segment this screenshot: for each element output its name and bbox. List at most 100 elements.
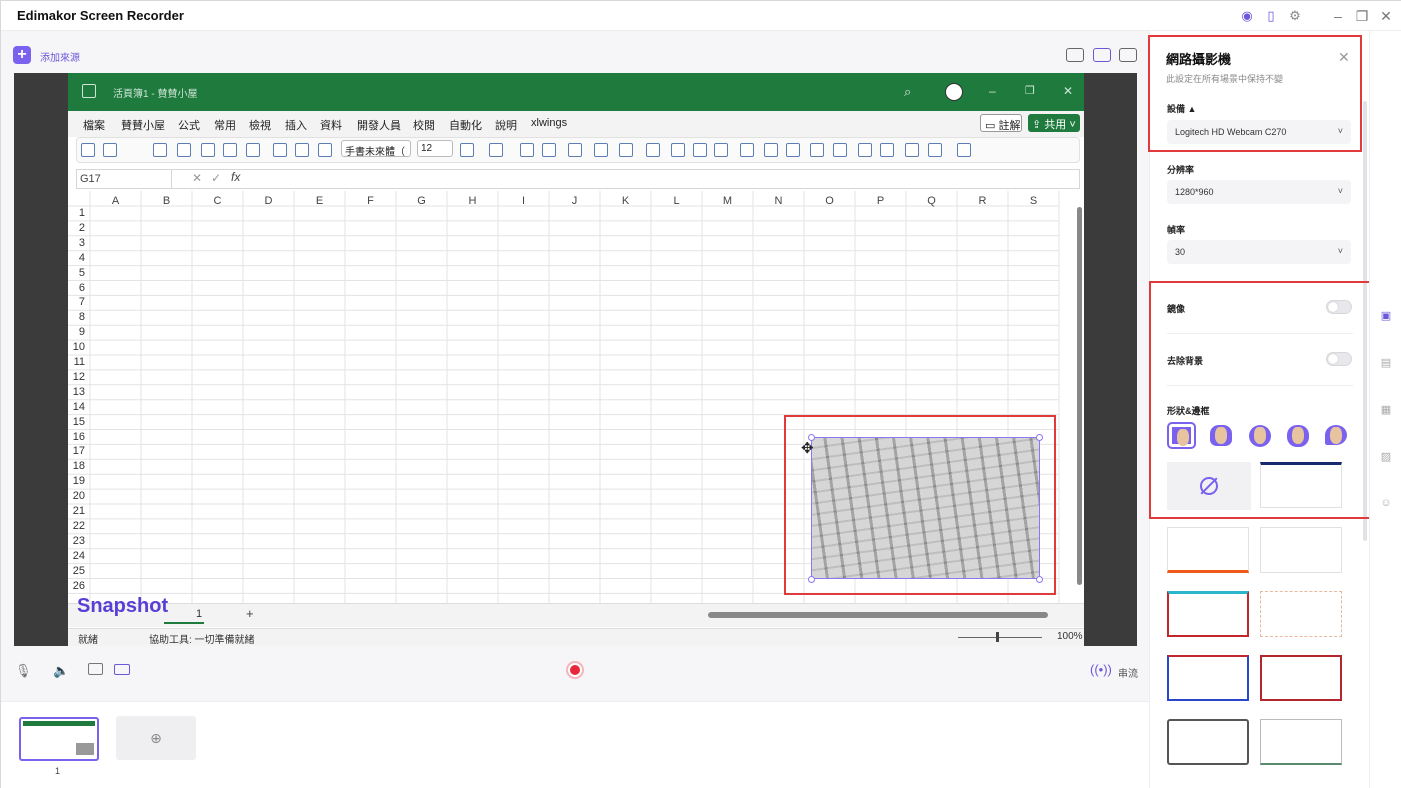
cancel-formula-icon[interactable]: ✕	[192, 171, 202, 185]
row-header[interactable]: 20	[68, 490, 85, 502]
shape-badge[interactable]	[1207, 422, 1236, 449]
stream-icon[interactable]: ((•))	[1090, 662, 1112, 677]
layout-single-icon[interactable]	[1066, 48, 1084, 62]
ribbon-button[interactable]	[273, 143, 287, 157]
menu-item[interactable]: xlwings	[531, 117, 567, 129]
panel-close-icon[interactable]: ✕	[1338, 49, 1350, 66]
framerate-select[interactable]: 30 ˅	[1167, 240, 1351, 264]
menu-item[interactable]: 資料	[320, 117, 342, 133]
ribbon-button[interactable]	[594, 143, 608, 157]
row-header[interactable]: 16	[68, 431, 85, 443]
excel-close-button[interactable]: ✕	[1063, 84, 1073, 98]
zoom-slider-thumb[interactable]	[996, 632, 999, 642]
ribbon-button[interactable]	[671, 143, 685, 157]
add-scene-button[interactable]: ⊕	[116, 716, 196, 760]
ribbon-button[interactable]	[460, 143, 474, 157]
row-header[interactable]: 14	[68, 401, 85, 413]
menu-item[interactable]: 校閱	[413, 117, 435, 133]
row-header[interactable]: 12	[68, 371, 85, 383]
row-header[interactable]: 21	[68, 505, 85, 517]
menu-item[interactable]: 公式	[178, 117, 200, 133]
ribbon-button[interactable]	[81, 143, 95, 157]
font-name-select[interactable]: 手書未來體（	[341, 140, 411, 158]
row-header[interactable]: 7	[68, 296, 85, 308]
frame-navy[interactable]	[1260, 462, 1342, 508]
shape-rectangle[interactable]	[1167, 422, 1196, 449]
ribbon-button[interactable]	[905, 143, 919, 157]
frame-none[interactable]	[1167, 462, 1251, 510]
ribbon-button[interactable]	[153, 143, 167, 157]
frame-plain[interactable]	[1260, 527, 1342, 573]
ribbon-button[interactable]	[542, 143, 556, 157]
column-header[interactable]: G	[396, 195, 447, 207]
ribbon-button[interactable]	[693, 143, 707, 157]
row-header[interactable]: 8	[68, 311, 85, 323]
column-header[interactable]: I	[498, 195, 549, 207]
search-icon[interactable]: ⌕	[904, 84, 911, 100]
excel-minimize-button[interactable]: –	[989, 84, 996, 98]
row-header[interactable]: 22	[68, 520, 85, 532]
row-header[interactable]: 13	[68, 386, 85, 398]
column-header[interactable]: P	[855, 195, 906, 207]
speaker-icon[interactable]: 🔈	[53, 663, 69, 679]
menu-item[interactable]: 檔案	[83, 117, 105, 133]
column-header[interactable]: N	[753, 195, 804, 207]
row-header[interactable]: 15	[68, 416, 85, 428]
column-header[interactable]: J	[549, 195, 600, 207]
ribbon-button[interactable]	[520, 143, 534, 157]
frame-dark[interactable]	[1167, 719, 1249, 765]
column-header[interactable]: B	[141, 195, 192, 207]
shape-circle[interactable]	[1246, 422, 1275, 449]
add-source-label[interactable]: 添加來源	[40, 49, 80, 64]
frame-orange[interactable]	[1167, 527, 1249, 573]
frame-leaf[interactable]	[1260, 719, 1342, 765]
vertical-scrollbar[interactable]	[1077, 207, 1082, 585]
device-select[interactable]: Logitech HD Webcam C270 ˅	[1167, 120, 1351, 144]
ribbon-button[interactable]	[318, 143, 332, 157]
ribbon-button[interactable]	[223, 143, 237, 157]
column-header[interactable]: E	[294, 195, 345, 207]
ribbon-button[interactable]	[786, 143, 800, 157]
menu-item[interactable]: 開發人員	[357, 117, 401, 133]
add-sheet-button[interactable]: +	[246, 606, 254, 621]
row-header[interactable]: 5	[68, 267, 85, 279]
ribbon-button[interactable]	[619, 143, 633, 157]
layout-icon[interactable]: ▤	[1379, 356, 1393, 370]
ribbon-button[interactable]	[764, 143, 778, 157]
ribbon-button[interactable]	[957, 143, 971, 157]
mirror-toggle[interactable]	[1326, 300, 1352, 314]
ribbon-button[interactable]	[568, 143, 582, 157]
row-header[interactable]: 18	[68, 460, 85, 472]
row-header[interactable]: 2	[68, 222, 85, 234]
column-header[interactable]: S	[1008, 195, 1059, 207]
background-icon[interactable]: ▦	[1379, 403, 1393, 417]
comment-button[interactable]: ▭ 註解	[980, 114, 1022, 132]
close-button[interactable]: ✕	[1377, 7, 1395, 25]
row-header[interactable]: 6	[68, 282, 85, 294]
ribbon-button[interactable]	[646, 143, 660, 157]
maximize-button[interactable]: ❐	[1353, 7, 1371, 25]
microphone-icon[interactable]: 🎙	[15, 663, 32, 679]
text-icon[interactable]: ▨	[1379, 450, 1393, 464]
layout-pip-icon[interactable]	[1093, 48, 1111, 62]
shape-flower[interactable]	[1284, 422, 1313, 449]
column-header[interactable]: L	[651, 195, 702, 207]
row-header[interactable]: 25	[68, 565, 85, 577]
book-icon[interactable]: ▯	[1263, 8, 1279, 24]
function-icon[interactable]: fx	[231, 170, 240, 184]
avatar[interactable]	[945, 83, 963, 101]
column-header[interactable]: K	[600, 195, 651, 207]
menu-item[interactable]: 常用	[214, 117, 236, 133]
gear-icon[interactable]: ⚙	[1287, 8, 1303, 24]
add-source-button[interactable]: +	[13, 46, 31, 64]
menu-item[interactable]: 自動化	[449, 117, 482, 133]
frame-teal-red[interactable]	[1167, 591, 1249, 637]
ribbon-button[interactable]	[295, 143, 309, 157]
account-icon[interactable]: ◉	[1239, 8, 1255, 24]
ribbon-button[interactable]	[714, 143, 728, 157]
ribbon-button[interactable]	[177, 143, 191, 157]
ribbon-button[interactable]	[880, 143, 894, 157]
column-header[interactable]: R	[957, 195, 1008, 207]
name-box[interactable]: G17	[76, 169, 172, 189]
webcam-settings-icon[interactable]: ▣	[1379, 309, 1393, 323]
